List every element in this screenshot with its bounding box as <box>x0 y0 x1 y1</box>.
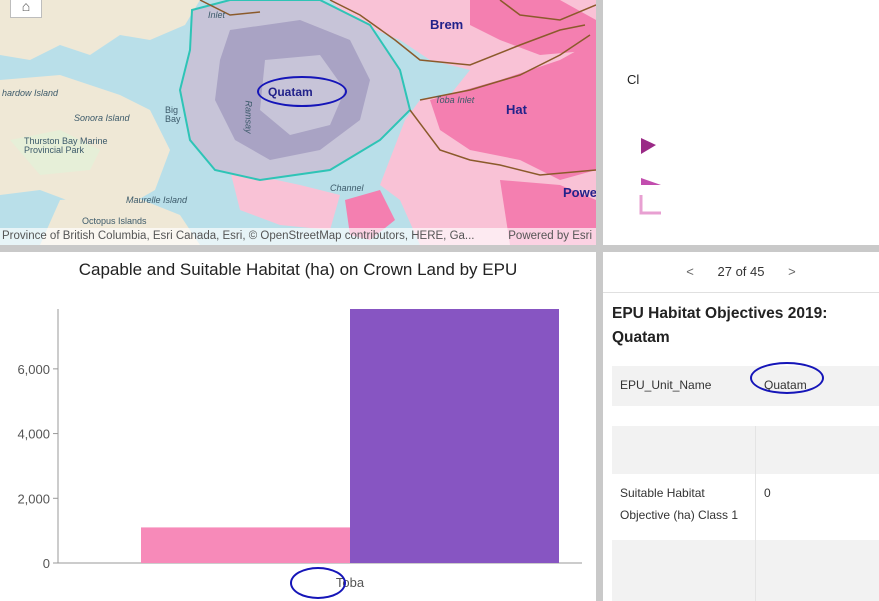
map-label-hat: Hat <box>506 102 527 117</box>
annotation-circle-toba <box>290 567 346 599</box>
map-label-inlet: Inlet <box>208 10 226 20</box>
bar-series-2 <box>350 309 559 563</box>
chevron-left-icon[interactable]: < <box>686 264 694 279</box>
map-label-thurston: Thurston Bay Marine Provincial Park <box>24 136 108 155</box>
popup-row-key: EPU_Unit_Name <box>620 378 712 392</box>
popup-row-separator <box>755 540 756 601</box>
map-label-toba-inlet: Toba Inlet <box>435 95 475 105</box>
map-label-octopus: Octopus Islands <box>82 216 147 226</box>
y-tick-label: 2,000 <box>17 491 50 506</box>
popup-pager: < 27 of 45 > <box>603 264 879 279</box>
bar-chart: 02,0004,0006,000Toba <box>17 309 582 590</box>
legend-swatch-1 <box>641 138 656 154</box>
feature-popup: < 27 of 45 > EPU Habitat Objectives 2019… <box>603 252 879 601</box>
bar-series-1 <box>141 527 350 563</box>
popup-row: EPU_Unit_Name Quatam <box>612 366 879 406</box>
legend-panel: Cl <box>603 0 879 245</box>
map-label-hardow-island: hardow Island <box>2 88 59 98</box>
legend-label: Cl <box>627 72 640 87</box>
popup-row-separator <box>755 474 756 540</box>
home-button[interactable]: ⌂ <box>10 0 42 18</box>
annotation-circle-quatam-map <box>257 76 347 107</box>
map-label-powe: Powe <box>563 185 596 200</box>
popup-divider <box>603 292 879 293</box>
y-tick-label: 4,000 <box>17 427 50 442</box>
chart-panel: Capable and Suitable Habitat (ha) on Cro… <box>0 252 596 601</box>
map-label-ramsay: Ramsay <box>243 100 254 134</box>
popup-row <box>612 540 879 601</box>
powered-by-esri[interactable]: Powered by Esri <box>508 228 592 245</box>
popup-title: EPU Habitat Objectives 2019: Quatam <box>612 305 828 346</box>
map-label-channel: Channel <box>330 183 364 193</box>
chevron-right-icon[interactable]: > <box>788 264 796 279</box>
legend-swatch-3 <box>639 195 661 215</box>
map-label-maurelle: Maurelle Island <box>126 195 188 205</box>
attribution-text: Province of British Columbia, Esri Canad… <box>2 230 475 242</box>
home-icon: ⌂ <box>21 0 31 14</box>
map-label-brem: Brem <box>430 17 464 32</box>
map-attribution: Province of British Columbia, Esri Canad… <box>0 228 596 245</box>
popup-row <box>612 406 879 426</box>
y-tick-label: 6,000 <box>17 362 50 377</box>
map-view[interactable]: ⌂ Inlet Brem Hat Powe Quatam Toba Inlet … <box>0 0 596 245</box>
pager-text: 27 of 45 <box>717 264 765 279</box>
popup-row <box>612 426 879 474</box>
popup-row-separator <box>755 426 756 474</box>
y-tick-label: 0 <box>43 556 50 571</box>
legend-swatch-2 <box>641 178 661 185</box>
popup-row-value: 0 <box>764 486 771 500</box>
annotation-circle-quatam-popup <box>750 362 824 394</box>
popup-row: Suitable Habitat Objective (ha) Class 1 … <box>612 474 879 540</box>
map-label-big-bay: Big Bay <box>165 105 181 124</box>
popup-row-key: Suitable Habitat Objective (ha) Class 1 <box>620 486 739 522</box>
map-label-sonora-island: Sonora Island <box>74 113 130 123</box>
